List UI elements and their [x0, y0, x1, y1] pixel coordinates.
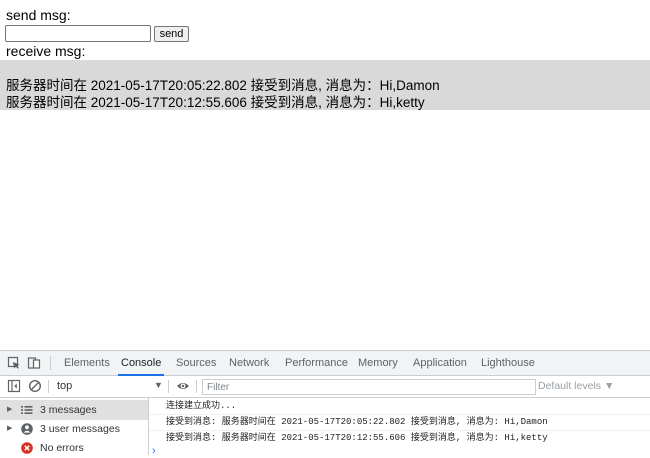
- list-icon: [21, 406, 33, 414]
- tab-memory[interactable]: Memory: [358, 351, 398, 375]
- sidebar-item-label: 3 user messages: [40, 423, 120, 435]
- toolbar-divider: [168, 380, 169, 393]
- sidebar-item-user-messages[interactable]: ▶ 3 user messages: [0, 419, 148, 439]
- send-msg-label: send msg:: [6, 7, 71, 23]
- console-filter-bar: top ▼ Default levels ▼: [0, 376, 650, 398]
- tab-lighthouse[interactable]: Lighthouse: [481, 351, 535, 375]
- tab-elements[interactable]: Elements: [64, 351, 110, 375]
- tab-application[interactable]: Application: [413, 351, 467, 375]
- show-sidebar-icon[interactable]: [7, 379, 21, 393]
- clear-console-icon[interactable]: [28, 379, 42, 393]
- devtools-tab-bar: Elements Console Sources Network Perform…: [0, 351, 650, 376]
- message-input[interactable]: [5, 25, 151, 42]
- received-message: 服务器时间在 2021-05-17T20:05:22.802 接受到消息, 消息…: [6, 78, 440, 93]
- live-expression-eye-icon[interactable]: [176, 379, 190, 393]
- tab-network[interactable]: Network: [229, 351, 269, 375]
- inspect-element-icon[interactable]: [7, 356, 21, 370]
- expand-triangle-icon[interactable]: ▶: [7, 405, 12, 413]
- toolbar-divider: [48, 380, 49, 393]
- console-output: 连接建立成功... 接受到消息: 服务器时间在 2021-05-17T20:05…: [149, 398, 650, 457]
- console-log-line: 接受到消息: 服务器时间在 2021-05-17T20:12:55.606 接受…: [166, 433, 548, 443]
- expand-triangle-icon[interactable]: ▶: [7, 424, 12, 432]
- tab-console[interactable]: Console: [117, 351, 165, 376]
- sidebar-item-label: No errors: [40, 442, 84, 454]
- console-prompt-icon[interactable]: ›: [152, 445, 156, 457]
- sidebar-item-messages[interactable]: ▶ 3 messages: [0, 400, 148, 420]
- tab-sources[interactable]: Sources: [176, 351, 216, 375]
- tab-performance[interactable]: Performance: [285, 351, 348, 375]
- context-selector[interactable]: top: [57, 380, 72, 392]
- user-icon: [21, 423, 33, 435]
- console-sidebar: ▶ 3 messages ▶ 3 user messages No errors: [0, 398, 149, 455]
- error-icon: [21, 442, 33, 454]
- sidebar-item-errors[interactable]: No errors: [0, 438, 148, 458]
- console-log-line: 接受到消息: 服务器时间在 2021-05-17T20:05:22.802 接受…: [166, 417, 548, 427]
- toolbar-divider: [196, 380, 197, 393]
- device-toolbar-icon[interactable]: [27, 356, 41, 370]
- send-button[interactable]: send: [154, 26, 189, 42]
- sidebar-item-label: 3 messages: [40, 404, 97, 416]
- toolbar-divider: [50, 356, 51, 370]
- console-log-line: 连接建立成功...: [166, 401, 237, 411]
- receive-message-box: 服务器时间在 2021-05-17T20:05:22.802 接受到消息, 消息…: [0, 60, 650, 110]
- context-dropdown-arrow-icon[interactable]: ▼: [154, 380, 163, 390]
- received-message: 服务器时间在 2021-05-17T20:12:55.606 接受到消息, 消息…: [6, 95, 425, 110]
- devtools-panel: Elements Console Sources Network Perform…: [0, 350, 650, 457]
- log-levels-dropdown[interactable]: Default levels ▼: [538, 380, 614, 392]
- receive-msg-label: receive msg:: [6, 43, 86, 59]
- web-page: send msg: send receive msg: 服务器时间在 2021-…: [0, 0, 650, 350]
- console-filter-input[interactable]: [202, 379, 536, 395]
